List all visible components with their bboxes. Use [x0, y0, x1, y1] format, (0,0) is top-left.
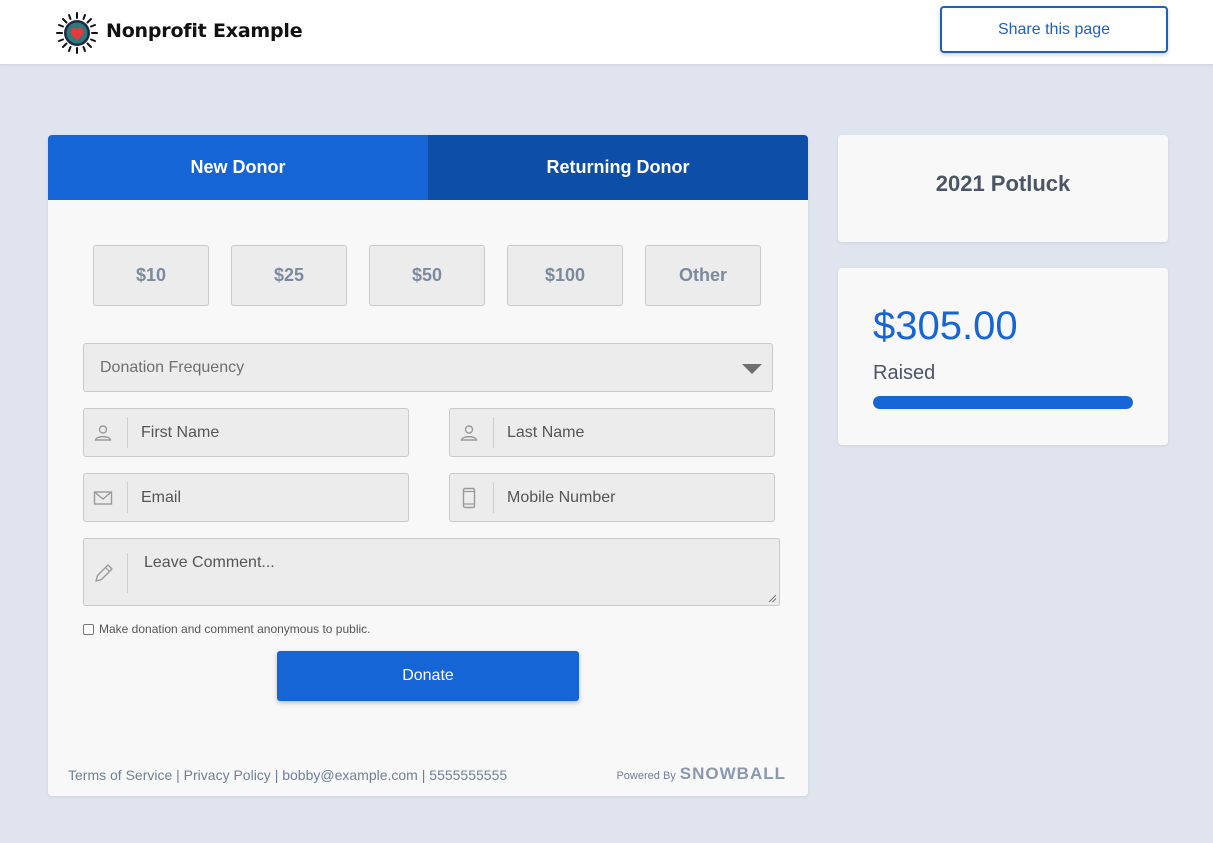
amount-button-other[interactable]: Other [645, 245, 761, 306]
donation-frequency-select[interactable]: Donation Frequency [83, 343, 773, 392]
mobile-number-placeholder: Mobile Number [507, 489, 616, 506]
campaign-title-card: 2021 Potluck [838, 135, 1168, 242]
donation-form-card: New Donor Returning Donor $10 $25 $50 $1… [48, 135, 808, 796]
raised-card: $305.00 Raised [838, 268, 1168, 445]
email-field[interactable]: Email [83, 473, 409, 522]
user-icon [94, 425, 112, 441]
anonymous-option: Make donation and comment anonymous to p… [83, 622, 371, 636]
field-separator [493, 417, 494, 448]
anonymous-checkbox[interactable] [83, 623, 94, 635]
brand-name: Nonprofit Example [106, 20, 303, 42]
field-separator [127, 417, 128, 448]
tab-returning-donor[interactable]: Returning Donor [428, 135, 808, 200]
footer-links: Terms of Service | Privacy Policy | bobb… [68, 767, 507, 783]
privacy-policy-link[interactable]: Privacy Policy [184, 767, 271, 783]
last-name-field[interactable]: Last Name [449, 408, 775, 457]
footer-separator: | [176, 767, 184, 783]
envelope-icon [93, 491, 113, 505]
snowball-logo[interactable]: SNOWBALL [680, 764, 786, 784]
amount-button-50[interactable]: $50 [369, 245, 485, 306]
mobile-phone-icon [462, 487, 476, 509]
amount-button-100[interactable]: $100 [507, 245, 623, 306]
donor-tabs: New Donor Returning Donor [48, 135, 808, 200]
share-page-button[interactable]: Share this page [940, 6, 1168, 53]
field-separator [127, 553, 128, 593]
tab-new-donor[interactable]: New Donor [48, 135, 428, 200]
donation-frequency-placeholder: Donation Frequency [100, 359, 245, 376]
resize-grip-icon[interactable] [768, 594, 777, 603]
amount-button-10[interactable]: $10 [93, 245, 209, 306]
first-name-field[interactable]: First Name [83, 408, 409, 457]
terms-of-service-link[interactable]: Terms of Service [68, 767, 172, 783]
caret-down-icon [742, 364, 762, 374]
donate-button[interactable]: Donate [277, 651, 579, 701]
raised-label: Raised [873, 362, 936, 384]
field-separator [127, 482, 128, 513]
anonymous-label: Make donation and comment anonymous to p… [99, 622, 371, 636]
mobile-number-field[interactable]: Mobile Number [449, 473, 775, 522]
last-name-placeholder: Last Name [507, 424, 585, 441]
heart-sun-icon[interactable] [55, 11, 99, 55]
contact-email-link[interactable]: bobby@example.com [282, 767, 418, 783]
first-name-placeholder: First Name [141, 424, 220, 441]
contact-phone-link[interactable]: 5555555555 [429, 767, 507, 783]
comment-placeholder: Leave Comment... [144, 554, 275, 571]
powered-by: Powered By SNOWBALL [616, 764, 786, 784]
campaign-title: 2021 Potluck [935, 171, 1071, 196]
email-placeholder: Email [141, 489, 182, 506]
progress-bar-fill [873, 396, 1133, 409]
powered-by-text: Powered By [616, 770, 676, 782]
user-icon [460, 425, 478, 441]
raised-amount: $305.00 [873, 304, 1018, 348]
site-header: Nonprofit Example Share this page [0, 0, 1213, 65]
field-separator [493, 482, 494, 513]
pencil-icon [95, 564, 113, 582]
amount-button-25[interactable]: $25 [231, 245, 347, 306]
progress-bar [873, 396, 1133, 409]
comment-textarea[interactable]: Leave Comment... [83, 538, 780, 606]
